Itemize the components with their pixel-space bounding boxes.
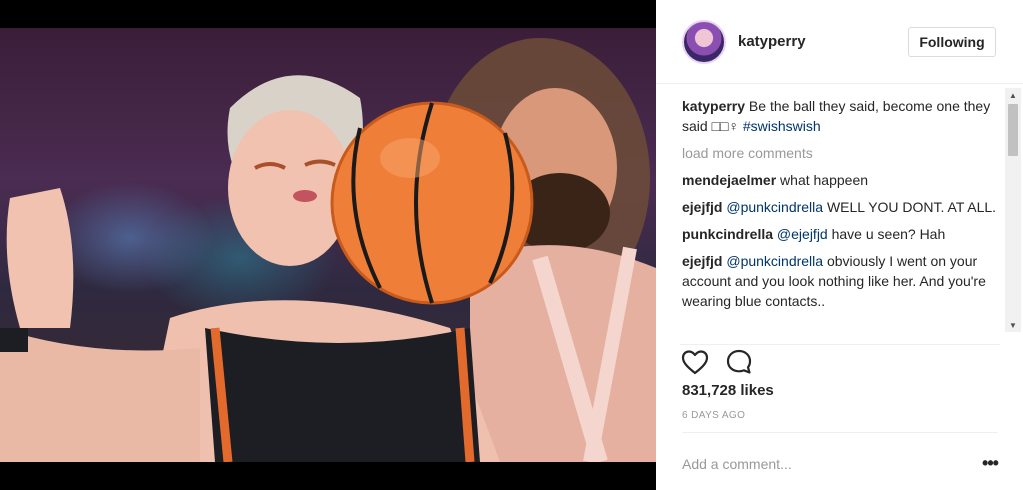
- post-username[interactable]: katyperry: [738, 33, 806, 50]
- list-item: ejejfjd @punkcindrella obviously I went …: [682, 251, 1004, 311]
- post-media[interactable]: [0, 0, 656, 490]
- add-comment-bar: •••: [682, 432, 999, 490]
- load-more-comments-link[interactable]: load more comments: [682, 143, 1004, 163]
- heart-icon[interactable]: [680, 347, 710, 377]
- photo-illustration: [0, 38, 656, 462]
- likes-count[interactable]: 831,728 likes: [682, 382, 774, 399]
- comment-username[interactable]: punkcindrella: [682, 226, 773, 242]
- caption-username[interactable]: katyperry: [682, 98, 745, 114]
- post-side-panel: katyperry Following katyperry Be the bal…: [656, 0, 1023, 490]
- scroll-up-arrow-icon[interactable]: ▲: [1005, 88, 1021, 102]
- list-item: mendejaelmer what happeen: [682, 170, 1004, 190]
- post-header: katyperry Following: [656, 0, 1023, 84]
- avatar[interactable]: [682, 20, 726, 64]
- more-options-icon[interactable]: •••: [978, 451, 1002, 475]
- post-timestamp[interactable]: 6 DAYS AGO: [682, 410, 745, 421]
- comment-mention[interactable]: @punkcindrella: [722, 199, 823, 215]
- comment-text: have u seen? Hah: [827, 226, 946, 242]
- comments-list: katyperry Be the ball they said, become …: [682, 96, 1004, 332]
- comment-username[interactable]: ejejfjd: [682, 199, 722, 215]
- following-button[interactable]: Following: [908, 27, 996, 57]
- scrollbar-thumb[interactable]: [1008, 104, 1018, 156]
- caption-hashtag[interactable]: #swishswish: [743, 118, 821, 134]
- add-comment-input[interactable]: [682, 453, 962, 475]
- list-item: punkcindrella @ejejfjd have u seen? Hah: [682, 224, 1004, 244]
- comment-text: WELL YOU DONT. AT ALL.: [823, 199, 997, 215]
- comment-text: what happeen: [776, 172, 869, 188]
- comment-username[interactable]: ejejfjd: [682, 253, 722, 269]
- comment-bubble-icon[interactable]: [724, 347, 754, 377]
- list-item: ejejfjd @punkcindrella WELL YOU DONT. AT…: [682, 197, 1004, 217]
- comment-mention[interactable]: @punkcindrella: [722, 253, 823, 269]
- post-actions: [680, 344, 1000, 376]
- scroll-down-arrow-icon[interactable]: ▼: [1005, 318, 1021, 332]
- comment-username[interactable]: mendejaelmer: [682, 172, 776, 188]
- post-photo[interactable]: [0, 28, 656, 462]
- comment-mention[interactable]: @ejejfjd: [773, 226, 828, 242]
- caption: katyperry Be the ball they said, become …: [682, 96, 1004, 136]
- comments-scrollbar[interactable]: ▲ ▼: [1005, 88, 1021, 332]
